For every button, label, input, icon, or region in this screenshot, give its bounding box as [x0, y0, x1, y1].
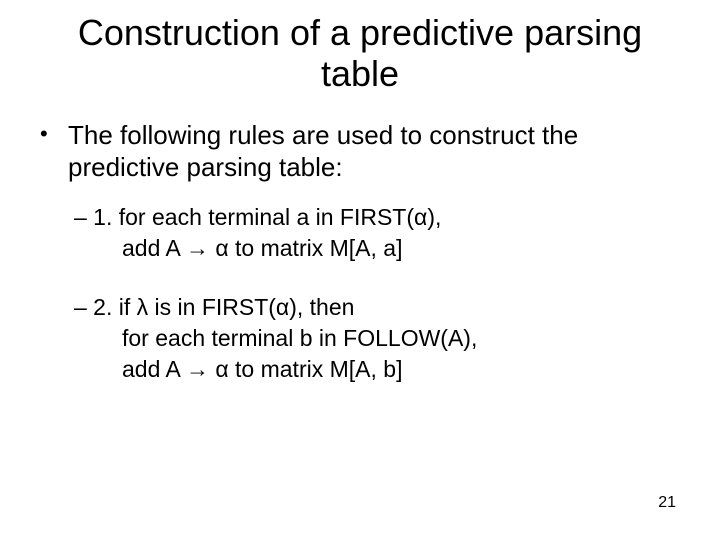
slide-title: Construction of a predictive parsing tab…	[40, 12, 680, 95]
rule1-matrix: M[A, a]	[330, 235, 403, 261]
rule2-line3-pre: add A → α to matrix	[122, 356, 330, 382]
rule-1: – 1. for each terminal a in FIRST(α), ad…	[74, 202, 680, 264]
slide: Construction of a predictive parsing tab…	[0, 0, 720, 540]
rule2-matrix: M[A, b]	[330, 356, 403, 382]
rule2-follow: FOLLOW(A)	[343, 325, 471, 351]
rule2-line2-post: ,	[471, 325, 477, 351]
rule1-line2-pre: add A → α to matrix	[122, 235, 330, 261]
rule2-line1: – 2. if λ is in FIRST(α), then	[74, 292, 680, 323]
bullet-marker: •	[40, 119, 68, 184]
intro-text: The following rules are used to construc…	[68, 119, 680, 184]
rule1-line1-post: ,	[435, 204, 441, 230]
bullet-intro: • The following rules are used to constr…	[40, 119, 680, 184]
rule2-line2-pre: for each terminal b in	[122, 325, 343, 351]
rule-2: – 2. if λ is in FIRST(α), then for each …	[74, 292, 680, 385]
page-number: 21	[658, 494, 676, 512]
rule1-line1-pre: – 1. for each terminal a in	[74, 204, 340, 230]
rule1-first: FIRST(α)	[340, 204, 435, 230]
slide-body: • The following rules are used to constr…	[40, 119, 680, 385]
